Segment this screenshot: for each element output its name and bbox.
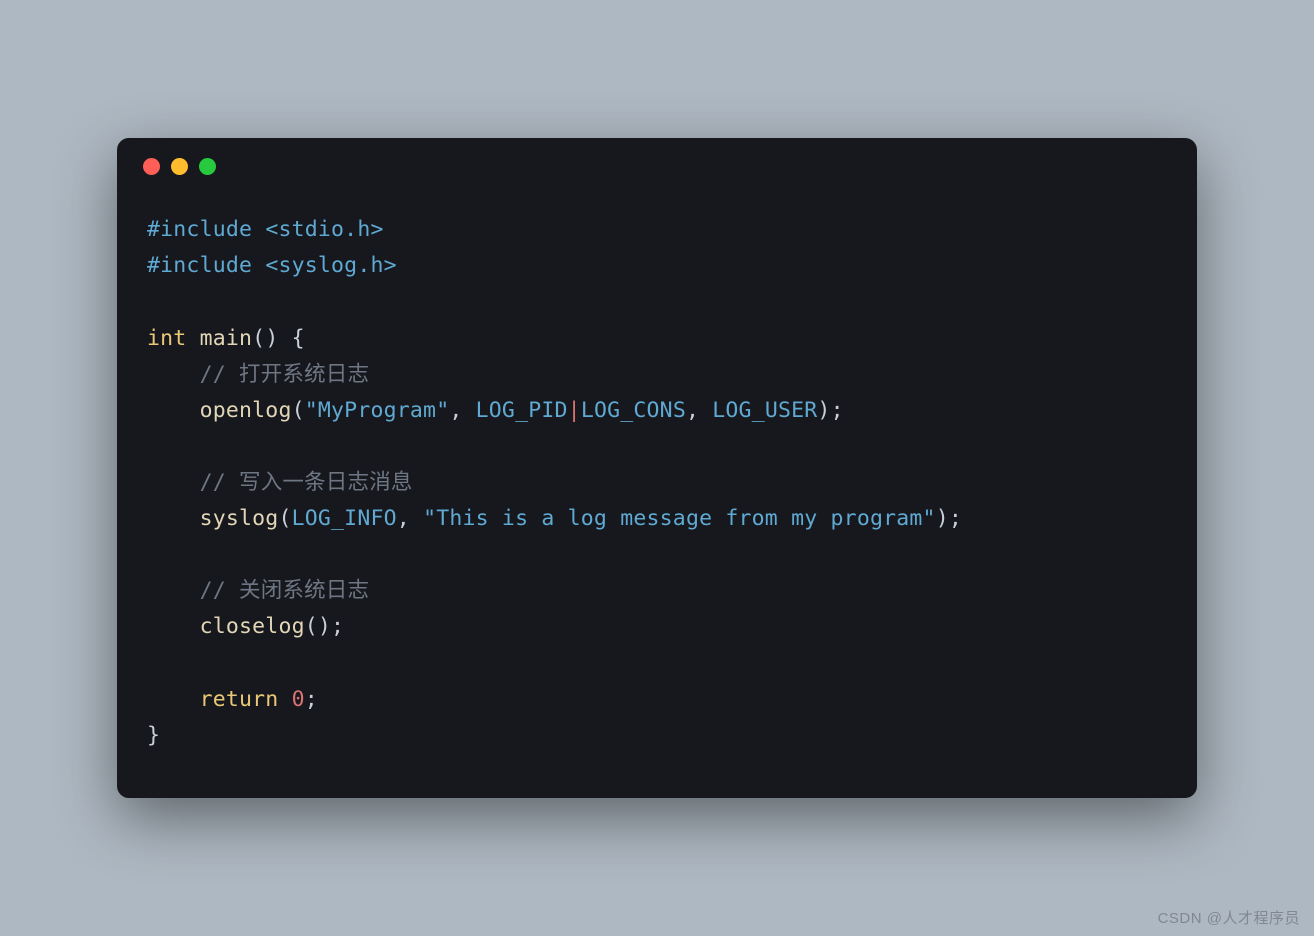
number-literal: 0	[292, 687, 305, 712]
type-keyword: int	[147, 326, 186, 351]
brace: {	[278, 326, 304, 351]
string-literal: "This is a log message from my program"	[423, 506, 936, 531]
preproc-directive: #include	[147, 253, 252, 278]
include-path: <stdio.h>	[265, 217, 383, 242]
include-path: <syslog.h>	[265, 253, 396, 278]
constant: LOG_PID	[476, 398, 568, 423]
constant: LOG_INFO	[292, 506, 397, 531]
paren: (	[278, 506, 291, 531]
comment: // 打开系统日志	[200, 362, 370, 387]
paren: (	[292, 398, 305, 423]
paren-close: );	[936, 506, 962, 531]
keyword: return	[200, 687, 279, 712]
watermark: CSDN @人才程序员	[1158, 907, 1300, 928]
code-window: #include <stdio.h> #include <syslog.h> i…	[117, 138, 1197, 798]
window-titlebar	[117, 138, 1197, 194]
comma: ,	[397, 506, 423, 531]
paren-close: );	[318, 614, 344, 639]
brace: }	[147, 723, 160, 748]
paren: (	[305, 614, 318, 639]
comma: ,	[686, 398, 712, 423]
maximize-icon[interactable]	[199, 158, 216, 175]
comment: // 关闭系统日志	[200, 578, 370, 603]
function-call: syslog	[200, 506, 279, 531]
function-call: closelog	[200, 614, 305, 639]
comma: ,	[449, 398, 475, 423]
preproc-directive: #include	[147, 217, 252, 242]
paren-close: );	[817, 398, 843, 423]
constant: LOG_CONS	[581, 398, 686, 423]
space	[278, 687, 291, 712]
code-block: #include <stdio.h> #include <syslog.h> i…	[117, 194, 1197, 798]
semicolon: ;	[305, 687, 318, 712]
string-literal: "MyProgram"	[305, 398, 450, 423]
operator: |	[568, 398, 581, 423]
constant: LOG_USER	[712, 398, 817, 423]
comment: // 写入一条日志消息	[200, 470, 413, 495]
parens: ()	[252, 326, 278, 351]
function-call: openlog	[200, 398, 292, 423]
function-name: main	[200, 326, 253, 351]
close-icon[interactable]	[143, 158, 160, 175]
minimize-icon[interactable]	[171, 158, 188, 175]
